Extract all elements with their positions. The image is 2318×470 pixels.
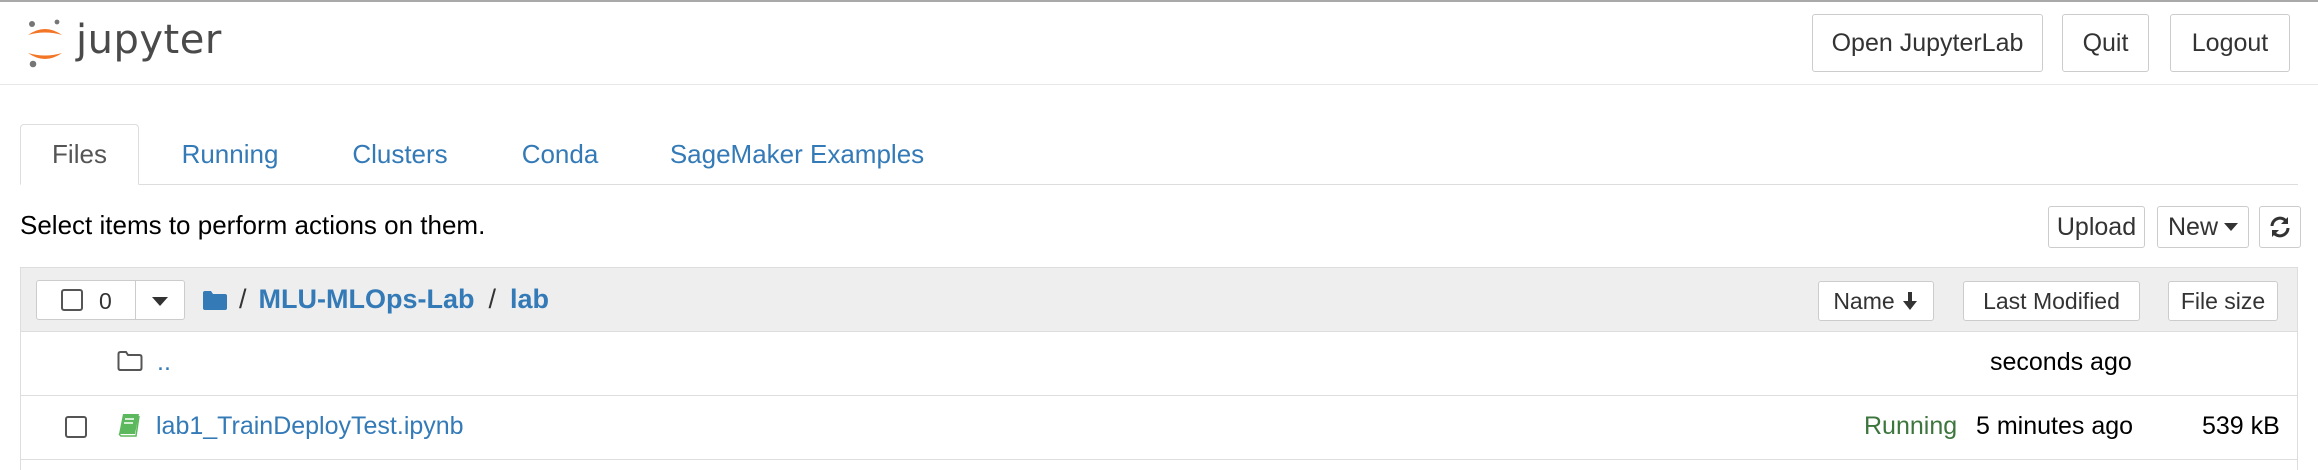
select-divider	[135, 281, 136, 319]
file-modified: seconds ago	[1990, 348, 2132, 376]
breadcrumb: / MLU-MLOps-Lab / lab	[203, 284, 549, 315]
folder-icon[interactable]	[203, 290, 227, 310]
instructions-text: Select items to perform actions on them.	[20, 210, 486, 240]
list-item[interactable]: lab1_TrainDeployTest.ipynb Running 5 min…	[21, 396, 2297, 460]
folder-icon	[117, 351, 143, 371]
tab-bar: Files Running Clusters Conda SageMaker E…	[20, 124, 2298, 185]
file-name-link[interactable]: lab1_TrainDeployTest.ipynb	[156, 412, 464, 441]
selected-count: 0	[99, 288, 112, 314]
sort-by-name-button[interactable]: Name	[1818, 281, 1934, 321]
breadcrumb-item[interactable]: MLU-MLOps-Lab	[259, 284, 475, 315]
jupyter-logo-icon	[28, 19, 62, 68]
tab-conda[interactable]: Conda	[490, 124, 630, 184]
new-button-label: New	[2167, 212, 2218, 241]
upload-button[interactable]: Upload	[2048, 206, 2145, 248]
tab-clusters[interactable]: Clusters	[320, 124, 480, 184]
running-status: Running	[1864, 412, 1958, 440]
tab-files[interactable]: Files	[20, 124, 139, 185]
chevron-down-icon	[2224, 223, 2238, 231]
logout-button[interactable]: Logout	[2170, 14, 2290, 72]
file-modified: 5 minutes ago	[1976, 412, 2134, 440]
sort-by-file-size-button[interactable]: File size	[2168, 281, 2278, 321]
sort-name-label: Name	[1833, 287, 1895, 314]
breadcrumb-item[interactable]: lab	[510, 284, 549, 315]
row-checkbox[interactable]	[65, 416, 87, 438]
new-button[interactable]: New	[2157, 206, 2249, 248]
breadcrumb-separator: /	[488, 284, 496, 314]
sort-by-last-modified-button[interactable]: Last Modified	[1963, 281, 2140, 321]
refresh-icon	[2270, 216, 2290, 238]
open-jupyterlab-button[interactable]: Open JupyterLab	[1812, 14, 2043, 72]
select-all-checkbox[interactable]	[61, 289, 83, 311]
select-all-group: 0	[36, 280, 185, 320]
quit-button[interactable]: Quit	[2062, 14, 2149, 72]
refresh-button[interactable]	[2259, 206, 2301, 248]
logo-text: jupyter	[76, 17, 222, 63]
file-name-link[interactable]: ..	[157, 348, 171, 377]
tab-sagemaker-examples[interactable]: SageMaker Examples	[640, 124, 954, 184]
tab-running[interactable]: Running	[150, 124, 310, 184]
arrow-down-icon	[1902, 292, 1917, 310]
jupyter-logo[interactable]: jupyter	[26, 14, 222, 74]
header: jupyter Open JupyterLab Quit Logout	[0, 2, 2318, 85]
notebook-icon	[118, 414, 140, 437]
file-size: 539 kB	[2202, 412, 2280, 440]
list-item[interactable]: .. seconds ago	[21, 332, 2297, 396]
file-list: 0 / MLU-MLOps-Lab / lab Name Last Modifi…	[20, 267, 2298, 470]
select-dropdown-icon[interactable]	[152, 297, 168, 306]
file-list-header: 0 / MLU-MLOps-Lab / lab Name Last Modifi…	[21, 268, 2297, 332]
breadcrumb-separator: /	[239, 284, 247, 314]
